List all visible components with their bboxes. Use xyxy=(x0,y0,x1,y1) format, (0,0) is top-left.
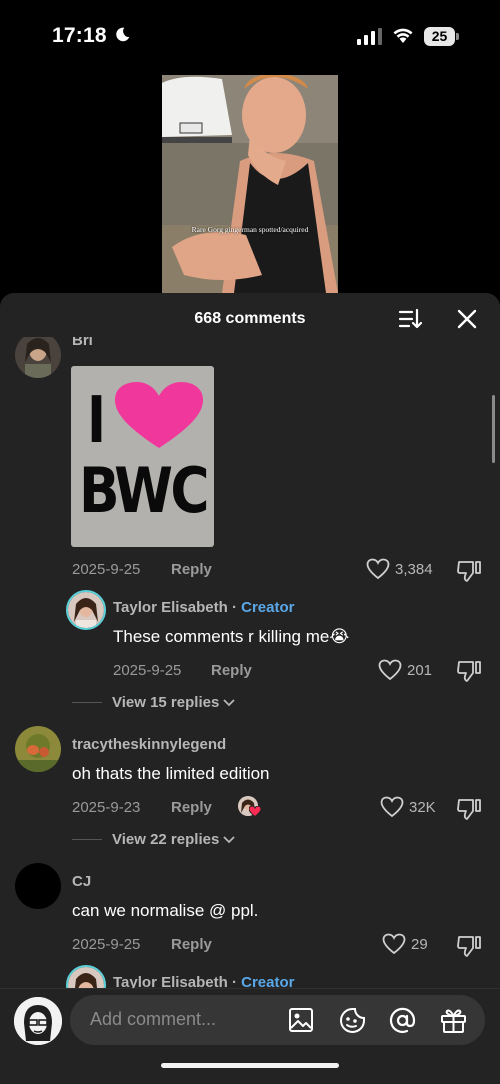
battery-indicator: 25 xyxy=(424,27,459,46)
my-avatar[interactable] xyxy=(14,997,62,1045)
scrollbar[interactable] xyxy=(492,395,495,463)
mention-icon[interactable] xyxy=(389,1007,416,1034)
like-button[interactable]: 29 xyxy=(382,933,428,955)
like-button[interactable]: 32K xyxy=(380,796,436,818)
close-icon[interactable] xyxy=(456,308,478,330)
status-time: 17:18 xyxy=(52,24,107,47)
heart-outline-icon xyxy=(378,659,402,681)
dislike-icon[interactable] xyxy=(456,797,482,821)
reply-username[interactable]: Taylor Elisabeth · Creator xyxy=(113,599,294,616)
emoji-icon[interactable] xyxy=(339,1007,366,1034)
comment-date: 2025-9-25 xyxy=(72,561,141,578)
heart-outline-icon xyxy=(380,796,404,818)
like-count: 3,384 xyxy=(395,560,433,578)
heart-outline-icon xyxy=(366,558,390,580)
chevron-down-icon xyxy=(223,698,235,706)
comment-composer: Add comment... xyxy=(0,988,500,1084)
comments-sheet: 668 comments Bri I BWC 2025-9-25 Reply 3… xyxy=(0,293,500,1084)
avatar-taylor-elisabeth[interactable] xyxy=(66,590,106,630)
reply-text: These comments r killing me😭 xyxy=(113,627,350,646)
comment-username[interactable]: CJ xyxy=(72,873,91,890)
comments-count-title: 668 comments xyxy=(194,310,306,327)
gift-icon[interactable] xyxy=(440,1007,467,1034)
small-heart-icon xyxy=(249,806,261,817)
comment-username[interactable]: Bri xyxy=(72,337,93,349)
sort-icon[interactable] xyxy=(398,307,424,331)
creator-badge: Creator xyxy=(241,599,295,616)
moon-icon xyxy=(116,27,130,42)
dislike-icon[interactable] xyxy=(456,934,482,958)
creator-liked-avatar xyxy=(238,796,261,817)
comment-username[interactable]: tracytheskinnylegend xyxy=(72,736,226,753)
video-frame-image xyxy=(162,75,338,293)
cellular-signal-icon xyxy=(357,28,382,45)
heart-icon xyxy=(115,382,203,448)
comment-text: oh thats the limited edition xyxy=(72,764,270,783)
home-indicator[interactable] xyxy=(161,1063,339,1068)
battery-level: 25 xyxy=(424,27,455,46)
like-count: 32K xyxy=(409,798,436,816)
comment-date: 2025-9-25 xyxy=(72,936,141,953)
comment-sticker-image[interactable]: I BWC xyxy=(71,366,214,547)
sticker-letter-i: I xyxy=(87,384,107,458)
like-count: 29 xyxy=(411,935,428,953)
status-bar: 17:18 25 xyxy=(0,0,500,70)
view-replies-button[interactable]: View 15 replies xyxy=(72,694,236,711)
video-caption: Rare Gorg gingerman spotted/acquired xyxy=(191,225,309,234)
like-button[interactable]: 201 xyxy=(378,659,432,681)
comment-input-placeholder: Add comment... xyxy=(90,1009,217,1029)
image-icon[interactable] xyxy=(288,1007,314,1033)
like-count: 201 xyxy=(407,661,433,679)
reply-button[interactable]: Reply xyxy=(171,799,212,816)
reply-username[interactable]: Taylor Elisabeth · Creator xyxy=(113,974,294,988)
heart-outline-icon xyxy=(382,933,406,955)
comments-list[interactable]: Bri I BWC 2025-9-25 Reply 3,384 Taylor E… xyxy=(0,337,500,988)
avatar-tracytheskinnylegend[interactable] xyxy=(15,726,61,772)
like-button[interactable]: 3,384 xyxy=(366,558,433,580)
sticker-text-bwc: BWC xyxy=(79,454,210,527)
reply-button[interactable]: Reply xyxy=(211,662,252,679)
avatar-cj[interactable] xyxy=(15,863,61,909)
wifi-icon xyxy=(393,28,413,43)
video-preview[interactable]: Rare Gorg gingerman spotted/acquired xyxy=(162,75,338,293)
reply-button[interactable]: Reply xyxy=(171,561,212,578)
dislike-icon[interactable] xyxy=(456,559,482,583)
dislike-icon[interactable] xyxy=(456,659,482,683)
view-replies-button[interactable]: View 22 replies xyxy=(72,831,236,848)
comment-input[interactable]: Add comment... xyxy=(70,995,485,1045)
comment-text: can we normalise @ ppl. xyxy=(72,901,259,920)
crying-emoji: 😭 xyxy=(329,627,350,646)
avatar-taylor-elisabeth[interactable] xyxy=(66,965,106,988)
chevron-down-icon xyxy=(223,835,235,843)
comment-date: 2025-9-23 xyxy=(72,799,141,816)
reply-button[interactable]: Reply xyxy=(171,936,212,953)
avatar-bri[interactable] xyxy=(15,337,61,378)
creator-badge: Creator xyxy=(241,974,295,988)
reply-date: 2025-9-25 xyxy=(113,662,182,679)
